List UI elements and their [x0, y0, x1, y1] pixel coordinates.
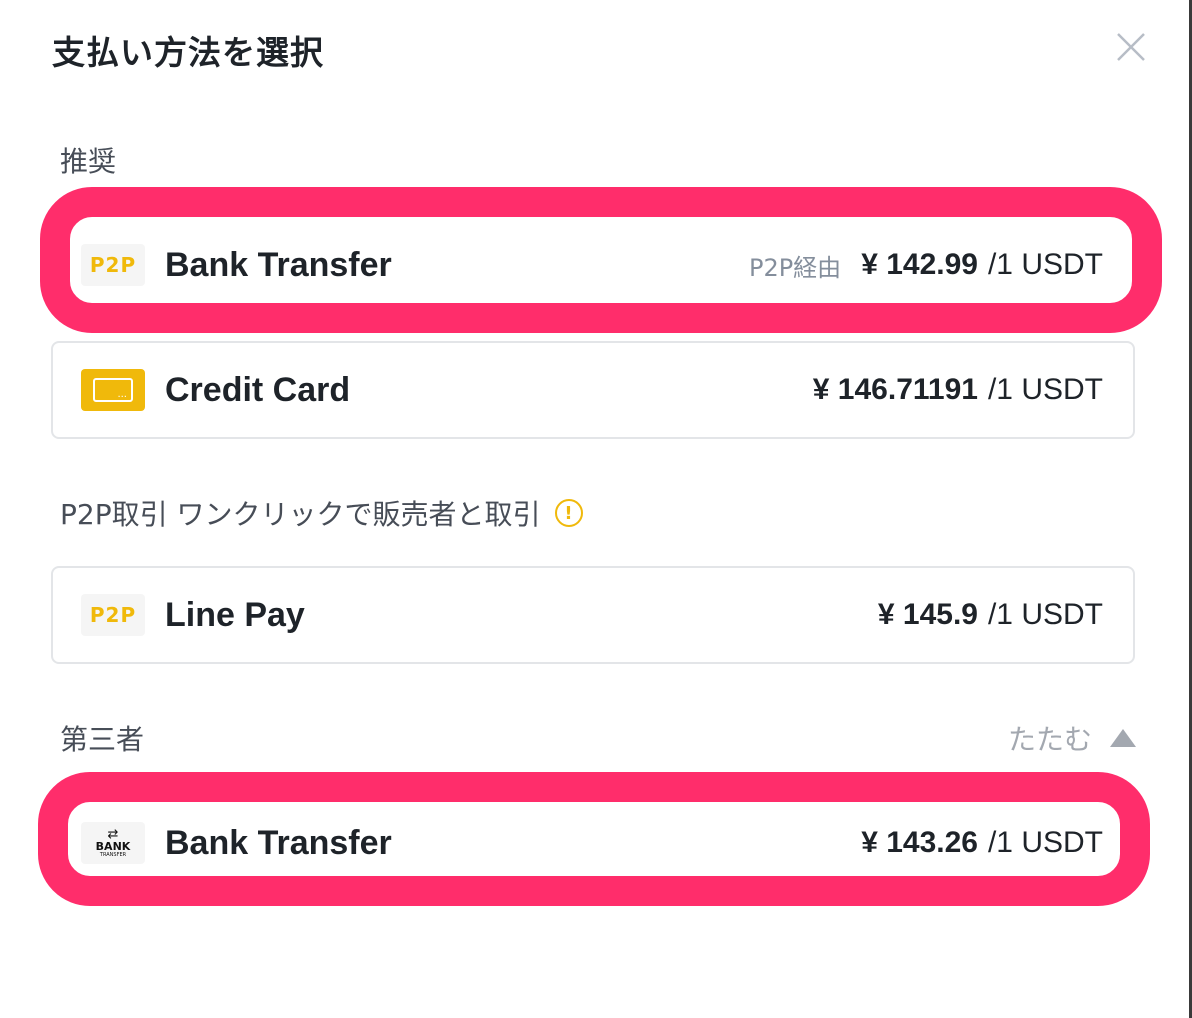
collapse-label: たたむ [1007, 723, 1092, 756]
p2p-logo: P2P [81, 244, 145, 286]
method-price: ¥ 143.26 [861, 826, 978, 859]
section-p2p-text: P2P取引 ワンクリックで販売者と取引 [60, 498, 541, 531]
section-recommended-label: 推奨 [60, 145, 117, 178]
method-unit: /1 USDT [987, 373, 1103, 406]
method-name: Line Pay [165, 595, 305, 634]
method-price: ¥ 145.9 [877, 598, 978, 631]
exchange-arrows-icon: ⇄ [107, 826, 119, 842]
bank-logo-text: BANK [95, 839, 131, 853]
method-bank-transfer-third-party[interactable]: ⇄ BANK TRANSFER Bank Transfer ¥ 143.26 /… [51, 794, 1135, 892]
method-via-label: P2P経由 [748, 253, 842, 282]
dialog-title: 支払い方法を選択 [52, 33, 324, 72]
method-unit: /1 USDT [987, 248, 1103, 281]
method-line-pay[interactable]: P2P Line Pay ¥ 145.9 /1 USDT [51, 566, 1135, 664]
section-p2p-label: P2P取引 ワンクリックで販売者と取引 ! [60, 493, 583, 533]
caret-up-icon [1110, 729, 1136, 747]
section-third-party-label: 第三者 [60, 723, 145, 756]
method-credit-card[interactable]: ... Credit Card ¥ 146.71191 /1 USDT [51, 341, 1135, 439]
method-price: ¥ 146.71191 [812, 373, 978, 406]
close-icon[interactable] [1114, 30, 1148, 64]
bank-transfer-logo: ⇄ BANK TRANSFER [81, 822, 145, 864]
method-name: Credit Card [165, 370, 351, 409]
method-unit: /1 USDT [987, 598, 1103, 631]
method-name: Bank Transfer [165, 823, 392, 862]
bank-logo-subtext: TRANSFER [99, 851, 127, 858]
collapse-toggle[interactable]: たたむ [1008, 718, 1136, 758]
method-unit: /1 USDT [987, 826, 1103, 859]
p2p-logo: P2P [81, 594, 145, 636]
info-icon[interactable]: ! [554, 499, 583, 527]
method-bank-transfer-p2p[interactable]: P2P Bank Transfer P2P経由 ¥ 142.99 /1 USDT [51, 216, 1135, 314]
credit-card-icon: ... [81, 369, 145, 411]
method-price: ¥ 142.99 [861, 248, 978, 281]
method-name: Bank Transfer [165, 245, 392, 284]
